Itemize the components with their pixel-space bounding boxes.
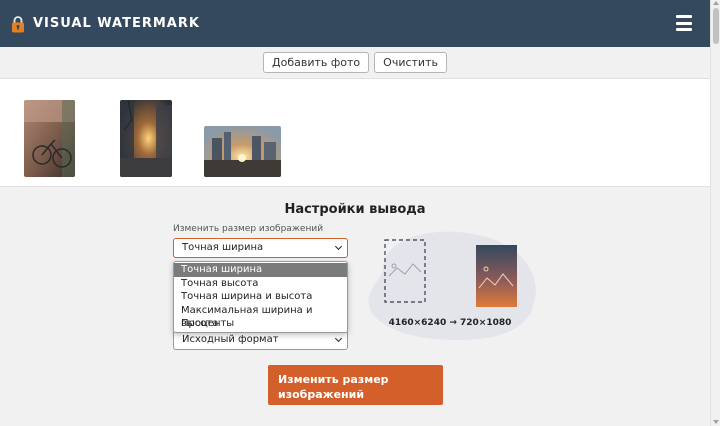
resize-option-exact-width-height[interactable]: Точная ширина и высота — [174, 290, 347, 304]
resize-label: Изменить размер изображений — [173, 224, 324, 234]
chevron-down-icon — [334, 242, 343, 251]
photo-thumbnail-city-sunset[interactable] — [204, 126, 281, 177]
format-value: Исходный формат — [182, 334, 279, 345]
format-select[interactable]: Исходный формат — [173, 330, 348, 350]
clear-button[interactable]: Очистить — [374, 52, 447, 73]
add-photo-button[interactable]: Добавить фото — [263, 52, 370, 73]
dimensions-text: 4160×6240 → 720×1080 — [388, 318, 512, 328]
scrollbar-thumb[interactable] — [713, 8, 719, 44]
hamburger-menu-icon[interactable] — [676, 15, 692, 31]
photo-thumbnail-street-sunset[interactable] — [120, 100, 172, 177]
lock-icon — [11, 15, 25, 33]
resize-option-exact-width[interactable]: Точная ширина — [174, 263, 347, 277]
photo-thumbnail-bicycle[interactable] — [24, 100, 75, 177]
resize-mode-value: Точная ширина — [182, 242, 264, 253]
brand-name[interactable]: VISUAL WATERMARK — [33, 16, 200, 31]
output-settings-title: Настройки вывода — [284, 202, 426, 217]
scroll-up-arrow-icon[interactable] — [713, 1, 719, 5]
resize-option-exact-height[interactable]: Точная высота — [174, 277, 347, 291]
resize-images-button[interactable]: Изменить размер изображений — [268, 365, 443, 405]
scroll-down-arrow-icon[interactable] — [713, 420, 719, 424]
photo-gallery — [0, 78, 710, 187]
resize-mode-select[interactable]: Точная ширина — [173, 238, 348, 258]
chevron-down-icon — [334, 334, 343, 343]
app-header: VISUAL WATERMARK — [0, 0, 710, 47]
photo-toolbar: Добавить фото Очистить — [0, 47, 710, 78]
resize-option-percent[interactable]: Проценты — [174, 317, 347, 331]
resize-option-max-width-height[interactable]: Максимальная ширина и высота — [174, 304, 347, 330]
page-scrollbar[interactable] — [710, 0, 720, 426]
resize-mode-dropdown: Точная ширина Точная высота Точная ширин… — [173, 261, 348, 333]
